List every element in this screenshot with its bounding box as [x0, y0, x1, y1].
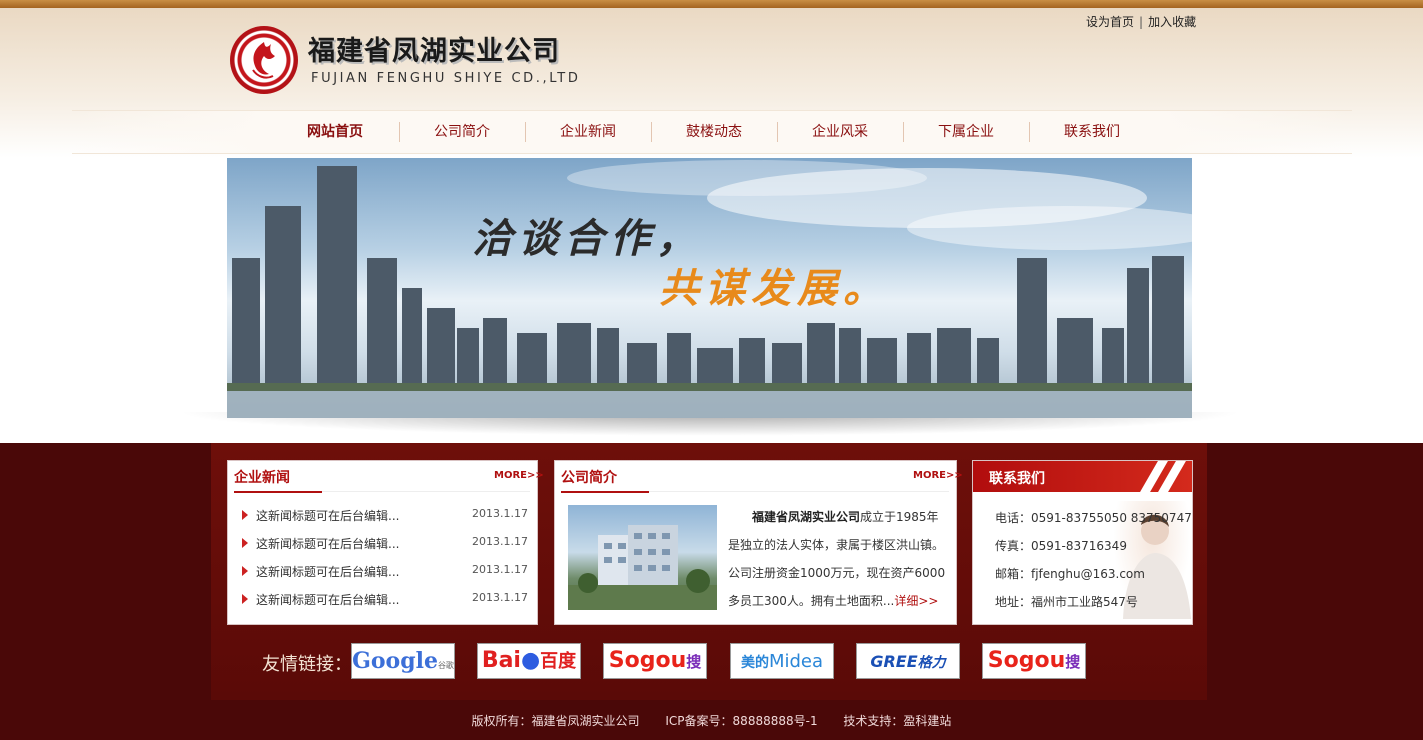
- news-item-title[interactable]: 这新闻标题可在后台编辑...: [256, 507, 399, 524]
- nav-item-about[interactable]: 公司简介: [399, 111, 525, 153]
- google-logo-sub: 谷歌: [437, 661, 454, 670]
- main-nav: 网站首页 公司简介 企业新闻 鼓楼动态 企业风采 下属企业 联系我们: [72, 110, 1352, 154]
- top-links-separator: |: [1139, 15, 1144, 29]
- banner-slogan-line2: 共谋发展。: [659, 265, 889, 312]
- top-accent-bar: [0, 0, 1423, 8]
- footer-copyright: 版权所有：福建省凤湖实业公司: [471, 714, 640, 728]
- news-item-date: 2013.1.17: [472, 591, 528, 604]
- about-detail-link[interactable]: 详细>>: [894, 594, 938, 608]
- contact-address: 地址：福州市工业路547号: [995, 595, 1138, 609]
- contact-phone: 电话：0591-83755050 83750747: [995, 511, 1192, 525]
- sogou-logo-text: Sogou: [987, 648, 1066, 673]
- top-links: 设为首页 | 加入收藏: [1086, 13, 1196, 30]
- news-item-date: 2013.1.17: [472, 507, 528, 520]
- gree-logo-sub: 格力: [917, 655, 946, 671]
- link-baidu[interactable]: Bai●百度: [477, 643, 581, 679]
- bullet-arrow-icon: [242, 594, 248, 604]
- friend-links-label: 友情链接：: [262, 654, 352, 675]
- bullet-arrow-icon: [242, 566, 248, 576]
- google-logo-text: Google: [352, 648, 438, 674]
- nav-item-style[interactable]: 企业风采: [777, 111, 903, 153]
- list-item[interactable]: 这新闻标题可在后台编辑... 2013.1.17: [238, 533, 528, 553]
- about-company-name: 福建省凤湖实业公司: [752, 510, 861, 524]
- about-more-link[interactable]: MORE>>: [913, 470, 963, 481]
- news-item-title[interactable]: 这新闻标题可在后台编辑...: [256, 563, 399, 580]
- contact-email[interactable]: 邮箱：fjfenghu@163.com: [995, 565, 1145, 582]
- paw-icon: ●: [520, 648, 541, 673]
- about-panel: 公司简介 MORE>> 福建省凤湖实业公司成立于1985年是独立的法人实体，隶属…: [554, 460, 963, 625]
- footer-icp[interactable]: ICP备案号：88888888号-1: [665, 714, 817, 728]
- company-building-image[interactable]: [568, 505, 717, 610]
- bullet-arrow-icon: [242, 510, 248, 520]
- panel-title-underline: [234, 491, 322, 493]
- link-midea[interactable]: 美的Midea: [730, 643, 834, 679]
- news-item-title[interactable]: 这新闻标题可在后台编辑...: [256, 591, 399, 608]
- link-google[interactable]: Google谷歌: [351, 643, 455, 679]
- set-home-link[interactable]: 设为首页: [1086, 15, 1134, 29]
- company-name-en: FUJIAN FENGHU SHIYE CD.,LTD: [311, 71, 581, 86]
- building-illustration: [568, 525, 717, 610]
- nav-item-gulou[interactable]: 鼓楼动态: [651, 111, 777, 153]
- midea-logo-sub: Midea: [768, 651, 824, 672]
- contact-panel-title: 联系我们: [989, 471, 1045, 487]
- news-item-title[interactable]: 这新闻标题可在后台编辑...: [256, 535, 399, 552]
- link-sogou-2[interactable]: Sogou搜狗: [982, 643, 1086, 679]
- contact-panel: 联系我们 电话：0591-83755050 83750747 传真：0591-8…: [972, 460, 1193, 625]
- link-sogou[interactable]: Sogou搜狗: [603, 643, 707, 679]
- panel-title-underline: [561, 491, 649, 493]
- nav-item-subsidiaries[interactable]: 下属企业: [903, 111, 1029, 153]
- nav-item-contact[interactable]: 联系我们: [1029, 111, 1155, 153]
- news-item-date: 2013.1.17: [472, 563, 528, 576]
- list-item[interactable]: 这新闻标题可在后台编辑... 2013.1.17: [238, 505, 528, 525]
- add-favorite-link[interactable]: 加入收藏: [1148, 15, 1196, 29]
- news-item-date: 2013.1.17: [472, 535, 528, 548]
- nav-item-news[interactable]: 企业新闻: [525, 111, 651, 153]
- footer: 版权所有：福建省凤湖实业公司 ICP备案号：88888888号-1 技术支持：盈…: [0, 712, 1423, 729]
- sogou-logo-text: Sogou: [608, 648, 687, 673]
- midea-logo-text: 美的: [740, 655, 769, 671]
- about-panel-title: 公司简介: [561, 470, 617, 486]
- about-summary: 福建省凤湖实业公司成立于1985年是独立的法人实体，隶属于楼区洪山镇。公司注册资…: [728, 503, 946, 615]
- link-gree[interactable]: GREE格力: [856, 643, 960, 679]
- hero-banner: 洽谈合作， 共谋发展。: [227, 158, 1192, 418]
- nav-item-home[interactable]: 网站首页: [272, 111, 398, 153]
- list-item[interactable]: 这新闻标题可在后台编辑... 2013.1.17: [238, 561, 528, 581]
- footer-support[interactable]: 技术支持：盈科建站: [843, 714, 951, 728]
- contact-panel-header: 联系我们: [973, 461, 1192, 492]
- bullet-arrow-icon: [242, 538, 248, 548]
- contact-fax: 传真：0591-83716349: [995, 539, 1127, 553]
- phoenix-icon: [252, 42, 275, 79]
- news-panel-title: 企业新闻: [234, 470, 290, 486]
- company-name-cn: 福建省凤湖实业公司: [308, 36, 560, 67]
- company-logo-icon[interactable]: [230, 26, 298, 94]
- news-more-link[interactable]: MORE>>: [494, 470, 544, 481]
- news-panel: 企业新闻 MORE>> 这新闻标题可在后台编辑... 2013.1.17 这新闻…: [227, 460, 544, 625]
- baidu-logo-text: Bai: [481, 648, 521, 673]
- baidu-logo-sub: 百度: [540, 651, 577, 672]
- list-item[interactable]: 这新闻标题可在后台编辑... 2013.1.17: [238, 589, 528, 609]
- gree-logo-text: GREE: [870, 652, 918, 671]
